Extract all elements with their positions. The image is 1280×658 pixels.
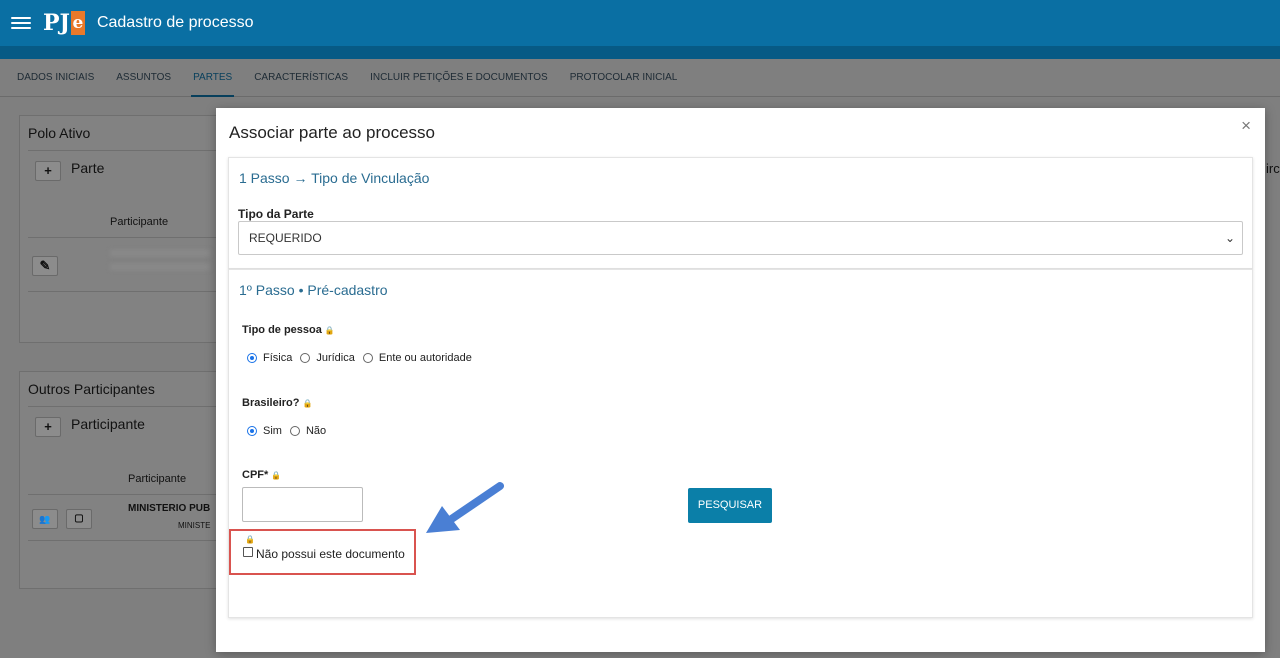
divider xyxy=(28,237,228,238)
tab-dados-iniciais[interactable]: DADOS INICIAIS xyxy=(17,59,94,97)
radio-ente[interactable] xyxy=(362,353,373,363)
participante-label: Participante xyxy=(71,416,145,432)
radio-juridica[interactable] xyxy=(300,353,311,363)
step1-panel: 1 Passo → Tipo de Vinculação Tipo da Par… xyxy=(228,157,1253,269)
tipo-parte-label: Tipo da Parte xyxy=(238,207,314,221)
polo-ativo-title: Polo Ativo xyxy=(28,125,91,141)
edit-pencil-button[interactable]: ✎ xyxy=(32,256,58,276)
users-icon[interactable]: 👥 xyxy=(32,509,58,529)
blurred-participant-doc xyxy=(110,264,210,270)
radio-sim[interactable] xyxy=(247,426,257,436)
chevron-down-icon: ⌄ xyxy=(1224,231,1235,245)
blurred-participant-name xyxy=(110,250,210,256)
associar-parte-modal: Associar parte ao processo × 1 Passo → T… xyxy=(216,108,1265,652)
radio-nao[interactable] xyxy=(289,426,300,436)
tab-bar: DADOS INICIAIS ASSUNTOS PARTES CARACTERÍ… xyxy=(0,59,1280,97)
nao-possui-documento-checkbox[interactable] xyxy=(243,547,253,557)
logo-accent: e xyxy=(70,11,85,35)
lock-icon: 🔒 xyxy=(302,399,313,408)
column-participante: Participante xyxy=(110,216,169,228)
tipo-pessoa-label: Tipo de pessoa 🔒 xyxy=(242,324,335,336)
cpf-label: CPF* 🔒 xyxy=(242,469,282,481)
radio-juridica-label: Jurídica xyxy=(316,352,355,364)
page-title: Cadastro de processo xyxy=(96,14,254,31)
nao-possui-documento-label: Não possui este documento xyxy=(256,547,405,561)
close-icon[interactable]: × xyxy=(1241,116,1251,136)
divider xyxy=(28,291,228,292)
step1-title: 1 Passo → Tipo de Vinculação xyxy=(239,170,430,186)
radio-sim-label: Sim xyxy=(263,425,282,437)
parte-label: Parte xyxy=(71,160,105,176)
step2-panel: 1º Passo • Pré-cadastro Tipo de pessoa 🔒 … xyxy=(228,269,1253,618)
lock-icon: 🔒 xyxy=(324,326,335,335)
tab-incluir-peticoes[interactable]: INCLUIR PETIÇÕES E DOCUMENTOS xyxy=(370,59,548,97)
add-participante-button[interactable]: + xyxy=(35,417,61,437)
divider xyxy=(28,406,228,407)
lock-icon: 🔒 xyxy=(271,471,282,480)
divider xyxy=(28,150,228,151)
brasileiro-label: Brasileiro? 🔒 xyxy=(242,397,313,409)
pesquisar-button[interactable]: PESQUISAR xyxy=(688,488,772,523)
column-participante: Participante xyxy=(128,473,187,485)
participant-name: MINISTERIO PUB xyxy=(128,503,211,514)
pje-logo: PJ e xyxy=(43,10,85,36)
tab-caracteristicas[interactable]: CARACTERÍSTICAS xyxy=(254,59,348,97)
sub-bar xyxy=(0,46,1280,59)
tipo-parte-select[interactable]: REQUERIDO ⌄ xyxy=(238,221,1243,255)
modal-title: Associar parte ao processo xyxy=(229,123,435,142)
lock-icon: 🔒 xyxy=(245,535,255,544)
tab-protocolar-inicial[interactable]: PROTOCOLAR INICIAL xyxy=(570,59,678,97)
tab-assuntos[interactable]: ASSUNTOS xyxy=(116,59,171,97)
annotation-arrow-icon xyxy=(426,482,504,533)
divider xyxy=(28,540,228,541)
divider xyxy=(28,494,228,495)
logo-text: PJ xyxy=(43,10,70,36)
menu-icon[interactable] xyxy=(11,17,31,29)
radio-fisica[interactable] xyxy=(247,353,257,363)
radio-nao-label: Não xyxy=(305,425,327,437)
brasileiro-radio-group: Sim Não xyxy=(247,425,334,437)
radio-ente-label: Ente ou autoridade xyxy=(378,352,472,364)
tab-partes[interactable]: PARTES xyxy=(191,59,235,97)
step2-title: 1º Passo • Pré-cadastro xyxy=(239,282,388,298)
outros-participantes-title: Outros Participantes xyxy=(28,381,155,397)
top-bar: PJ e Cadastro de processo xyxy=(0,0,1280,46)
cpf-input[interactable] xyxy=(242,487,363,522)
copy-icon[interactable]: ▢ xyxy=(66,509,92,529)
tipo-pessoa-radio-group: Física Jurídica Ente ou autoridade xyxy=(247,352,480,364)
radio-fisica-label: Física xyxy=(263,352,293,364)
right-edge-text: irc xyxy=(1266,161,1280,176)
add-parte-button[interactable]: + xyxy=(35,161,61,181)
tipo-parte-value: REQUERIDO xyxy=(249,231,322,245)
participant-sub: MINISTE xyxy=(178,521,211,530)
